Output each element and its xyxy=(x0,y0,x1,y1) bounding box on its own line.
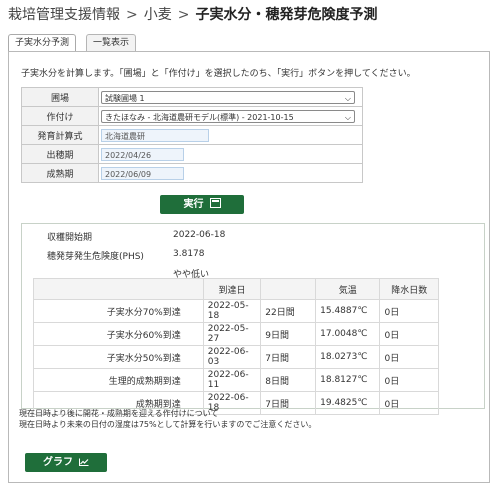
note-line-1: 現在日時より後に開花・成熟期を迎える作付けについて xyxy=(19,409,219,418)
milestone-temp: 15.4887℃ xyxy=(315,299,381,323)
milestone-rain: 0日 xyxy=(379,322,439,346)
field-select[interactable]: 試験圃場 1 ⌵ xyxy=(101,90,355,104)
header-days xyxy=(260,278,317,300)
header-rain-days: 降水日数 xyxy=(379,278,439,300)
milestone-date: 2022-06-11 xyxy=(202,368,262,392)
execute-button-label: 実行 xyxy=(183,199,204,210)
table-row: 生理的成熟期到達 2022-06-11 8日間 18.8127℃ 0日 xyxy=(33,368,439,392)
milestone-date: 2022-06-03 xyxy=(202,345,262,369)
model-label: 発育計算式 xyxy=(21,125,99,145)
header-temperature: 気温 xyxy=(315,278,381,300)
model-field: 北海道農研 xyxy=(101,128,209,142)
milestone-temp: 19.4825℃ xyxy=(315,391,381,415)
milestone-date: 2022-05-18 xyxy=(202,299,262,323)
form-row-field: 圃場 試験圃場 1 ⌵ xyxy=(21,87,363,107)
execute-button[interactable]: 実行 xyxy=(160,195,244,214)
milestone-header-row: 到達日 気温 降水日数 xyxy=(33,278,439,300)
crop-label: 作付け xyxy=(21,106,99,126)
milestone-table: 到達日 気温 降水日数 子実水分70%到達 2022-05-18 22日間 15… xyxy=(33,278,439,415)
form-row-crop: 作付け きたほなみ - 北海道農研モデル(標準) - 2021-10-15 ⌵ xyxy=(21,106,363,126)
milestone-days: 7日間 xyxy=(260,391,317,415)
crop-select-value: きたほなみ - 北海道農研モデル(標準) - 2021-10-15 xyxy=(105,112,294,122)
crop-select[interactable]: きたほなみ - 北海道農研モデル(標準) - 2021-10-15 ⌵ xyxy=(101,109,355,123)
note-line-2: 現在日時より未来の日付の湿度は75%として計算を行いますのでご注意ください。 xyxy=(19,420,317,429)
phs-value: 3.8178 xyxy=(173,249,205,259)
maturity-label: 成熟期 xyxy=(21,163,99,183)
table-row: 子実水分50%到達 2022-06-03 7日間 18.0273℃ 0日 xyxy=(33,345,439,369)
heading-label: 出穂期 xyxy=(21,144,99,164)
table-row: 子実水分60%到達 2022-05-27 9日間 17.0048℃ 0日 xyxy=(33,322,439,346)
breadcrumb-separator: > xyxy=(126,7,138,23)
table-row: 子実水分70%到達 2022-05-18 22日間 15.4887℃ 0日 xyxy=(33,299,439,323)
milestone-rain: 0日 xyxy=(379,368,439,392)
milestone-rain: 0日 xyxy=(379,345,439,369)
milestone-name: 子実水分50%到達 xyxy=(33,345,204,369)
breadcrumb-separator: > xyxy=(177,7,190,23)
milestone-temp: 18.0273℃ xyxy=(315,345,381,369)
chart-line-icon xyxy=(79,458,89,466)
milestone-rain: 0日 xyxy=(379,299,439,323)
milestone-temp: 18.8127℃ xyxy=(315,368,381,392)
main-panel: 子実水分を計算します。「圃場」と「作付け」を選択したのち、「実行」ボタンを押して… xyxy=(8,51,490,483)
harvest-start-label: 収穫開始期 xyxy=(47,233,93,243)
harvest-start-value: 2022-06-18 xyxy=(173,230,226,240)
chevron-down-icon: ⌵ xyxy=(344,93,351,103)
form-row-model: 発育計算式 北海道農研 xyxy=(21,125,363,145)
milestone-name: 生理的成熟期到達 xyxy=(33,368,204,392)
intro-text: 子実水分を計算します。「圃場」と「作付け」を選択したのち、「実行」ボタンを押して… xyxy=(21,69,416,79)
header-arrival-date: 到達日 xyxy=(202,278,262,300)
form-row-maturity: 成熟期 2022/06/09 xyxy=(21,163,363,183)
page-title: 子実水分・穂発芽危険度予測 xyxy=(195,7,378,23)
maturity-date-field: 2022/06/09 xyxy=(101,166,184,180)
calculator-icon xyxy=(209,198,221,208)
tab-moisture-prediction[interactable]: 子実水分予測 xyxy=(8,34,77,52)
phs-label: 穂発芽発生危険度(PHS) xyxy=(47,252,144,262)
input-form: 圃場 試験圃場 1 ⌵ 作付け きたほなみ - 北海道農研モデル(標準) - 2… xyxy=(21,87,363,183)
milestone-days: 9日間 xyxy=(260,322,317,346)
milestone-name: 子実水分70%到達 xyxy=(33,299,204,323)
form-row-heading: 出穂期 2022/04/26 xyxy=(21,144,363,164)
milestone-rain: 0日 xyxy=(379,391,439,415)
chevron-down-icon: ⌵ xyxy=(344,112,351,122)
header-blank xyxy=(33,278,204,300)
heading-date-field: 2022/04/26 xyxy=(101,147,184,161)
milestone-days: 22日間 xyxy=(260,299,317,323)
milestone-days: 7日間 xyxy=(260,345,317,369)
milestone-days: 8日間 xyxy=(260,368,317,392)
field-label: 圃場 xyxy=(21,87,99,107)
milestone-name: 子実水分60%到達 xyxy=(33,322,204,346)
field-select-value: 試験圃場 1 xyxy=(105,93,145,103)
graph-button[interactable]: グラフ xyxy=(25,453,107,472)
milestone-date: 2022-05-27 xyxy=(202,322,262,346)
tab-list-view[interactable]: 一覧表示 xyxy=(86,34,137,51)
graph-button-label: グラフ xyxy=(43,457,73,468)
breadcrumb-item-wheat[interactable]: 小麦 xyxy=(144,7,172,23)
milestone-temp: 17.0048℃ xyxy=(315,322,381,346)
breadcrumb-item-cultivation[interactable]: 栽培管理支援情報 xyxy=(8,7,120,23)
breadcrumb: 栽培管理支援情報 > 小麦 > 子実水分・穂発芽危険度予測 xyxy=(8,4,377,24)
